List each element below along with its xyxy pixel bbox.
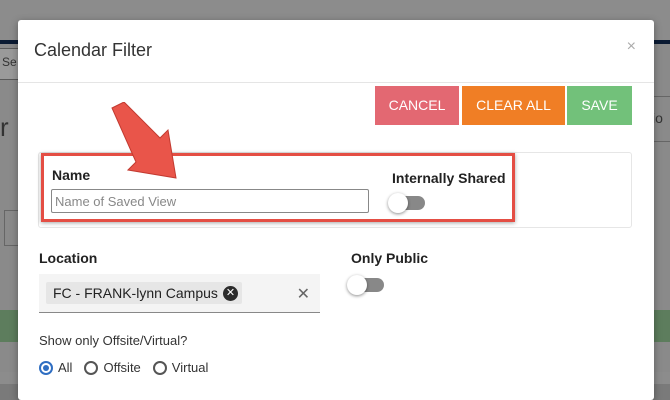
save-button[interactable]: SAVE [567, 86, 632, 125]
location-select[interactable]: FC - FRANK-lynn Campus ✕ ✕ [39, 274, 320, 313]
modal-header: Calendar Filter × [18, 20, 654, 83]
offsite-radio-group: All Offsite Virtual [39, 360, 208, 375]
modal-title: Calendar Filter [34, 40, 153, 60]
radio-option-virtual[interactable]: Virtual [152, 360, 209, 375]
radio-label-offsite: Offsite [103, 360, 141, 375]
toggle-knob [347, 275, 367, 295]
radio-offsite[interactable] [84, 360, 99, 375]
cancel-button[interactable]: CANCEL [375, 86, 459, 125]
radio-option-all[interactable]: All [39, 360, 72, 375]
location-label: Location [39, 250, 98, 266]
radio-label-virtual: Virtual [171, 360, 209, 375]
background-search-hint: Se [2, 55, 17, 69]
radio-option-offsite[interactable]: Offsite [84, 360, 141, 375]
radio-virtual[interactable] [152, 360, 167, 375]
only-public-toggle[interactable] [347, 275, 384, 295]
close-icon[interactable]: × [627, 38, 636, 56]
arrow-annotation-icon [111, 102, 177, 179]
remove-chip-icon[interactable]: ✕ [222, 285, 238, 301]
location-chip-label: FC - FRANK-lynn Campus [53, 285, 218, 301]
radio-all[interactable] [39, 360, 53, 375]
clear-all-button[interactable]: CLEAR ALL [462, 86, 565, 125]
clear-icon[interactable]: ✕ [297, 284, 310, 304]
only-public-label: Only Public [351, 250, 429, 266]
background-heading-fragment: r [0, 112, 9, 142]
calendar-filter-modal: Calendar Filter × CANCEL CLEAR ALL SAVE … [18, 20, 654, 400]
offsite-virtual-label: Show only Offsite/Virtual? [39, 333, 188, 348]
location-chip: FC - FRANK-lynn Campus ✕ [46, 282, 242, 304]
radio-label-all: All [58, 360, 73, 375]
